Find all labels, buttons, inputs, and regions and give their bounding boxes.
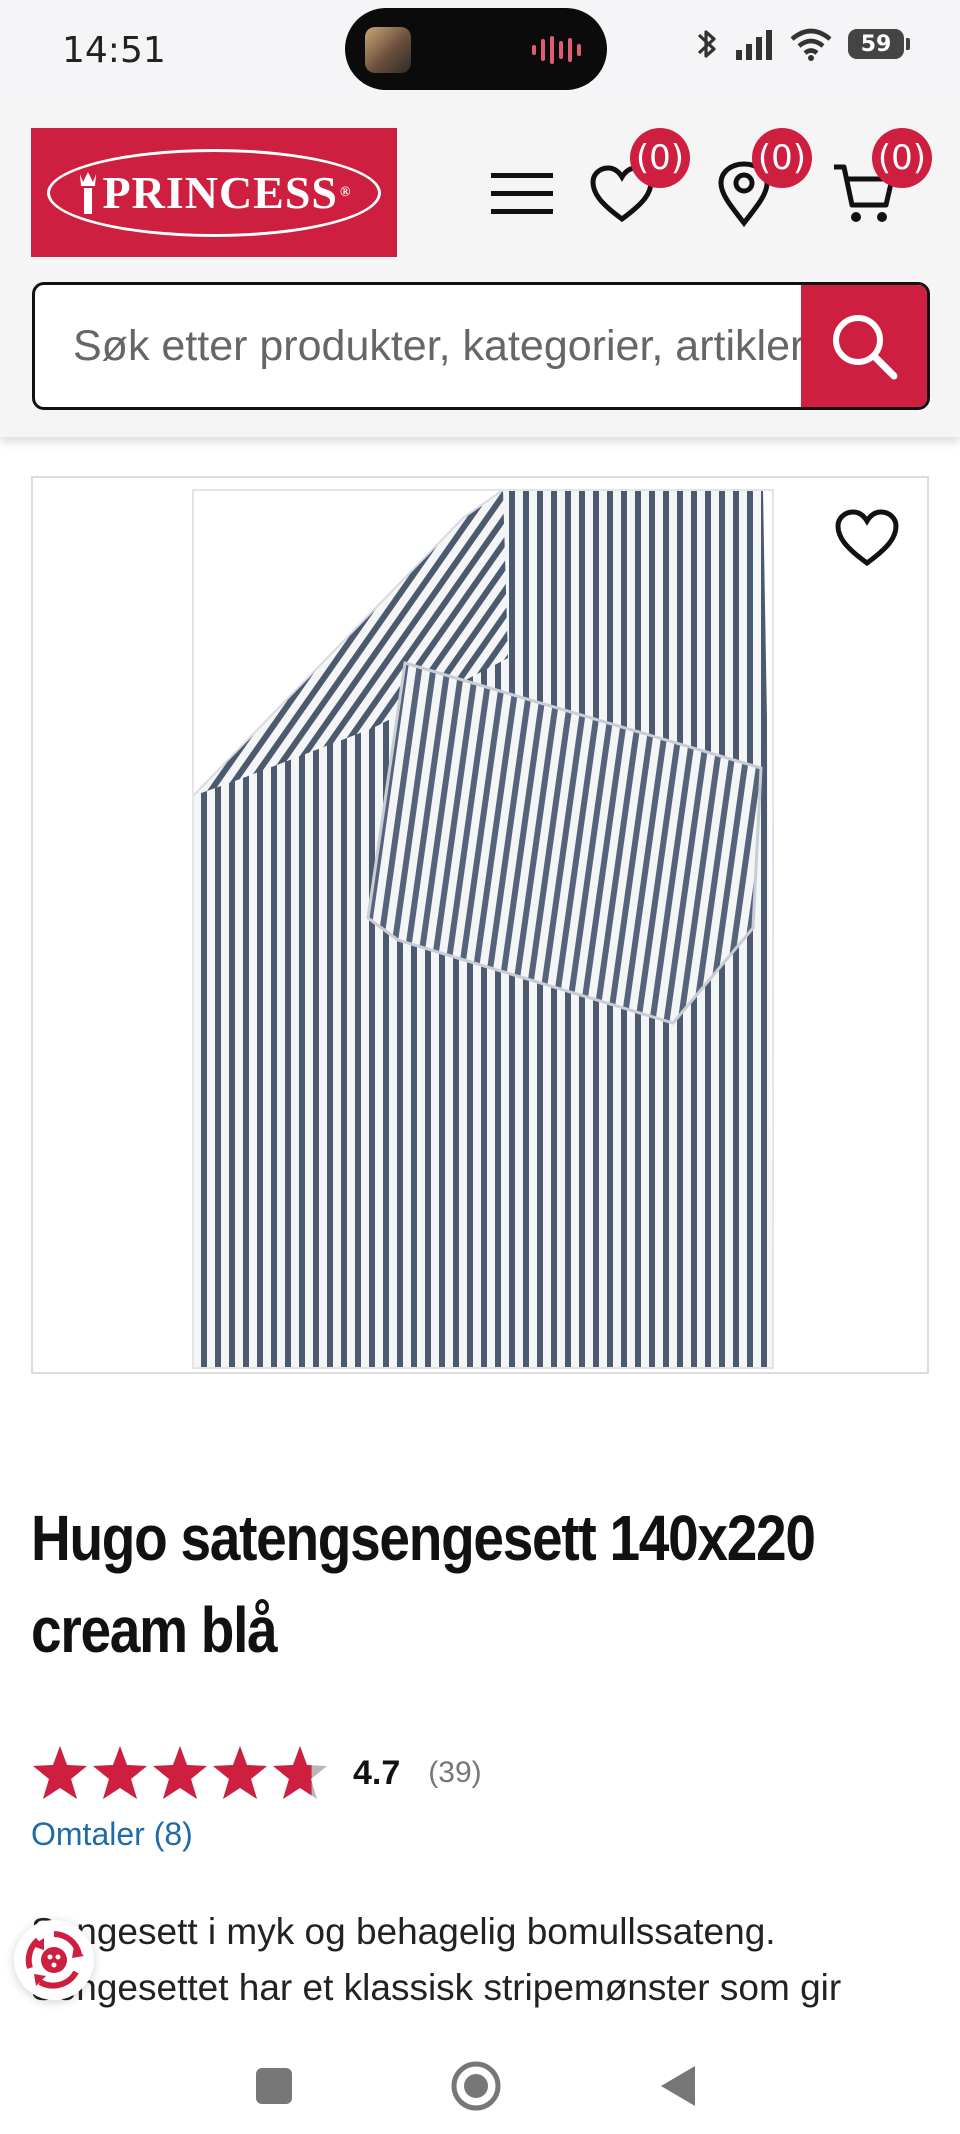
rating-stars — [31, 1744, 329, 1802]
square-icon — [256, 2068, 292, 2104]
crown-icon — [79, 171, 96, 214]
product-title: Hugo satengsengesett 140x220 cream blå — [31, 1502, 816, 1666]
wifi-icon — [790, 28, 832, 61]
reviews-link[interactable]: Omtaler (8) — [31, 1816, 193, 1853]
star-icon — [273, 1746, 327, 1799]
menu-button[interactable] — [484, 156, 560, 232]
logo-text: PRINCESS — [102, 167, 339, 218]
circle-icon — [451, 2061, 501, 2111]
floating-widget-button[interactable] — [14, 1920, 94, 2000]
media-thumbnail — [365, 27, 411, 73]
stores-count-badge: (0) — [752, 128, 812, 188]
audio-wave-icon — [532, 36, 581, 64]
product-rating[interactable]: 4.7 (39) — [31, 1744, 482, 1802]
system-navigation-bar — [0, 2026, 960, 2134]
recycle-icon — [25, 1931, 84, 1989]
status-icons: 59 — [694, 26, 910, 62]
site-header: PRINCESS ® (0) (0) (0) — [0, 102, 960, 437]
bluetooth-icon — [697, 30, 716, 58]
wishlist-button[interactable]: (0) — [584, 128, 690, 232]
search-bar — [32, 282, 930, 410]
star-icon — [33, 1746, 87, 1799]
star-icon — [93, 1746, 147, 1799]
star-icon — [153, 1746, 207, 1799]
logo-trademark: ® — [340, 184, 352, 200]
stores-button[interactable]: (0) — [706, 128, 812, 232]
rating-value: 4.7 — [353, 1753, 401, 1792]
back-button[interactable] — [648, 2056, 708, 2116]
heart-icon — [835, 509, 899, 567]
search-input[interactable] — [35, 285, 805, 407]
product-image-card[interactable] — [31, 476, 929, 1374]
home-button[interactable] — [446, 2056, 506, 2116]
status-time: 14:51 — [62, 30, 166, 71]
princess-logo[interactable]: PRINCESS ® — [31, 128, 397, 257]
search-button[interactable] — [801, 285, 927, 407]
search-icon — [833, 315, 898, 380]
product-image — [192, 489, 774, 1369]
star-icon — [213, 1746, 267, 1799]
dynamic-island — [345, 8, 607, 90]
rating-count: (39) — [428, 1756, 482, 1789]
status-bar: 14:51 59 — [0, 0, 960, 102]
back-icon — [661, 2066, 695, 2106]
product-description: Sengesett i myk og behagelig bomullssate… — [31, 1904, 951, 2016]
description-line: Sengesettet har et klassisk stripemønste… — [31, 1967, 842, 2008]
cart-button[interactable]: (0) — [826, 128, 932, 232]
recents-button[interactable] — [244, 2056, 304, 2116]
wishlist-count-badge: (0) — [630, 128, 690, 188]
logo-oval: PRINCESS ® — [47, 148, 381, 237]
add-to-favorites-button[interactable] — [829, 504, 905, 572]
menu-icon — [491, 173, 553, 214]
cart-count-badge: (0) — [872, 128, 932, 188]
description-line: Sengesett i myk og behagelig bomullssate… — [31, 1911, 776, 1952]
signal-icon — [736, 30, 772, 60]
battery-indicator: 59 — [848, 29, 910, 59]
